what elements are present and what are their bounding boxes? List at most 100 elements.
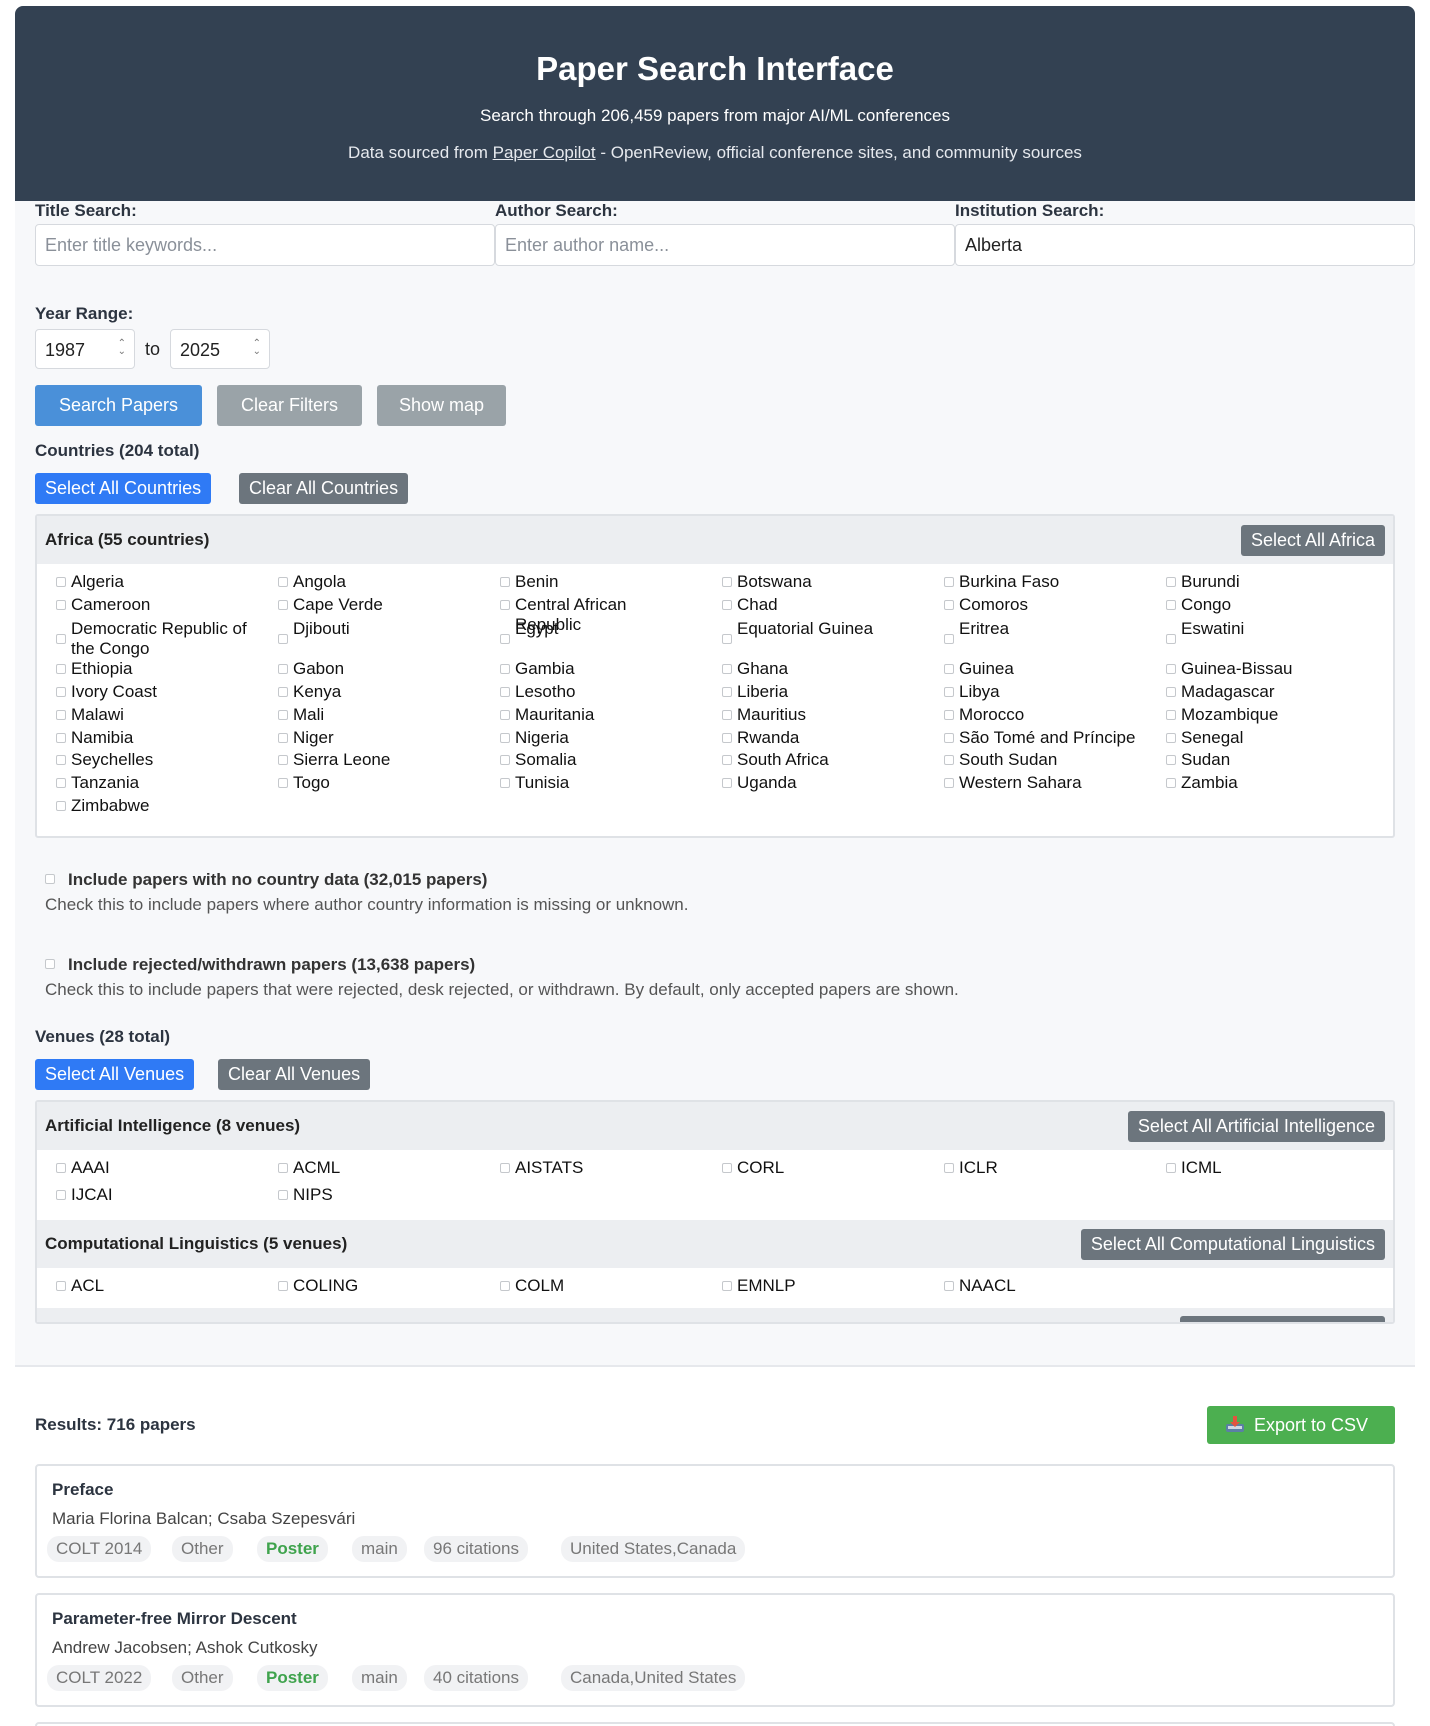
country-checkbox[interactable] <box>1166 710 1176 720</box>
country-checkbox[interactable] <box>944 778 954 788</box>
country-option[interactable]: Egypt <box>481 619 696 644</box>
country-option[interactable]: Ghana <box>703 659 918 679</box>
country-checkbox[interactable] <box>500 577 510 587</box>
country-checkbox[interactable] <box>1166 755 1176 765</box>
country-checkbox[interactable] <box>944 733 954 743</box>
select-all-ai-button[interactable]: Select All Artificial Intelligence <box>1127 1111 1385 1142</box>
country-checkbox[interactable] <box>722 710 732 720</box>
paper-title[interactable]: Parameter-free Mirror Descent <box>52 1609 297 1629</box>
country-option[interactable]: Angola <box>259 572 474 592</box>
country-option[interactable]: Somalia <box>481 750 696 770</box>
country-option[interactable]: Seychelles <box>37 750 252 770</box>
venue-option[interactable]: NAACL <box>925 1276 1140 1296</box>
venue-checkbox[interactable] <box>944 1163 954 1173</box>
country-option[interactable]: Western Sahara <box>925 773 1140 793</box>
venue-checkbox[interactable] <box>278 1190 288 1200</box>
country-option[interactable]: Djibouti <box>259 619 474 644</box>
select-all-countries-button[interactable]: Select All Countries <box>35 473 212 504</box>
country-checkbox[interactable] <box>500 778 510 788</box>
country-option[interactable]: Burundi <box>1147 572 1362 592</box>
country-option[interactable]: Guinea <box>925 659 1140 679</box>
country-checkbox[interactable] <box>944 687 954 697</box>
clear-all-venues-button[interactable]: Clear All Venues <box>218 1059 371 1090</box>
country-option[interactable]: Rwanda <box>703 728 918 748</box>
venue-checkbox[interactable] <box>56 1163 66 1173</box>
country-option[interactable]: Gabon <box>259 659 474 679</box>
country-option[interactable]: Niger <box>259 728 474 748</box>
venue-option[interactable]: ACL <box>37 1276 252 1296</box>
country-option[interactable]: Ethiopia <box>37 659 252 679</box>
rejected-checkbox[interactable] <box>45 959 55 969</box>
country-checkbox[interactable] <box>56 577 66 587</box>
select-all-cl-button[interactable]: Select All Computational Linguistics <box>1080 1229 1385 1260</box>
country-option[interactable]: Ivory Coast <box>37 682 252 702</box>
venue-option[interactable]: ACML <box>259 1158 474 1178</box>
country-checkbox[interactable] <box>722 664 732 674</box>
country-checkbox[interactable] <box>56 664 66 674</box>
year-from-input[interactable]: 1987 ⌃ ⌄ <box>35 329 135 369</box>
country-option[interactable]: Namibia <box>37 728 252 748</box>
venue-checkbox[interactable] <box>56 1190 66 1200</box>
country-option[interactable]: Mauritius <box>703 705 918 725</box>
country-option[interactable]: Lesotho <box>481 682 696 702</box>
country-option[interactable]: Madagascar <box>1147 682 1362 702</box>
venue-option[interactable]: COLM <box>481 1276 696 1296</box>
venue-option[interactable]: NIPS <box>259 1185 474 1205</box>
author-search-input[interactable] <box>495 224 955 266</box>
country-option[interactable]: Malawi <box>37 705 252 725</box>
country-option[interactable]: Zambia <box>1147 773 1362 793</box>
country-option[interactable]: Cameroon <box>37 595 252 615</box>
country-checkbox[interactable] <box>722 634 732 644</box>
venue-checkbox[interactable] <box>500 1281 510 1291</box>
venue-option[interactable]: COLING <box>259 1276 474 1296</box>
country-checkbox[interactable] <box>278 664 288 674</box>
country-checkbox[interactable] <box>722 733 732 743</box>
country-checkbox[interactable] <box>722 687 732 697</box>
country-checkbox[interactable] <box>722 778 732 788</box>
country-option[interactable]: Eritrea <box>925 619 1140 644</box>
country-checkbox[interactable] <box>722 577 732 587</box>
venue-checkbox[interactable] <box>278 1163 288 1173</box>
country-option[interactable]: Nigeria <box>481 728 696 748</box>
country-option[interactable]: Mozambique <box>1147 705 1362 725</box>
country-checkbox[interactable] <box>722 600 732 610</box>
country-option[interactable]: Cape Verde <box>259 595 474 615</box>
country-option[interactable]: Comoros <box>925 595 1140 615</box>
country-option[interactable]: South Sudan <box>925 750 1140 770</box>
country-checkbox[interactable] <box>278 733 288 743</box>
country-option[interactable]: Chad <box>703 595 918 615</box>
venue-option[interactable]: ICML <box>1147 1158 1362 1178</box>
country-checkbox[interactable] <box>278 634 288 644</box>
country-checkbox[interactable] <box>944 755 954 765</box>
country-checkbox[interactable] <box>278 600 288 610</box>
country-option[interactable]: Togo <box>259 773 474 793</box>
country-option[interactable]: São Tomé and Príncipe <box>925 728 1140 748</box>
stepper-icon[interactable]: ⌃ ⌄ <box>118 339 126 357</box>
country-checkbox[interactable] <box>278 710 288 720</box>
paper-copilot-link[interactable]: Paper Copilot <box>493 143 596 162</box>
country-option[interactable]: Democratic Republic of the Congo <box>37 619 252 659</box>
venue-checkbox[interactable] <box>1166 1163 1176 1173</box>
country-checkbox[interactable] <box>278 755 288 765</box>
country-checkbox[interactable] <box>1166 687 1176 697</box>
show-map-button[interactable]: Show map <box>377 385 506 426</box>
venue-option[interactable]: CORL <box>703 1158 918 1178</box>
country-option[interactable]: Congo <box>1147 595 1362 615</box>
select-all-venues-button[interactable]: Select All Venues <box>35 1059 195 1090</box>
country-checkbox[interactable] <box>944 634 954 644</box>
country-checkbox[interactable] <box>1166 733 1176 743</box>
search-papers-button[interactable]: Search Papers <box>35 385 202 426</box>
country-option[interactable]: Gambia <box>481 659 696 679</box>
venue-option[interactable]: AISTATS <box>481 1158 696 1178</box>
venue-checkbox[interactable] <box>722 1163 732 1173</box>
country-checkbox[interactable] <box>944 664 954 674</box>
country-option[interactable]: Eswatini <box>1147 619 1362 644</box>
country-option[interactable]: Tanzania <box>37 773 252 793</box>
next-group-select-button[interactable] <box>1180 1316 1385 1322</box>
country-option[interactable]: Morocco <box>925 705 1140 725</box>
country-option[interactable]: Sudan <box>1147 750 1362 770</box>
country-checkbox[interactable] <box>1166 634 1176 644</box>
country-option[interactable]: Zimbabwe <box>37 796 252 816</box>
country-option[interactable]: Guinea-Bissau <box>1147 659 1362 679</box>
country-option[interactable]: Equatorial Guinea <box>703 619 918 644</box>
